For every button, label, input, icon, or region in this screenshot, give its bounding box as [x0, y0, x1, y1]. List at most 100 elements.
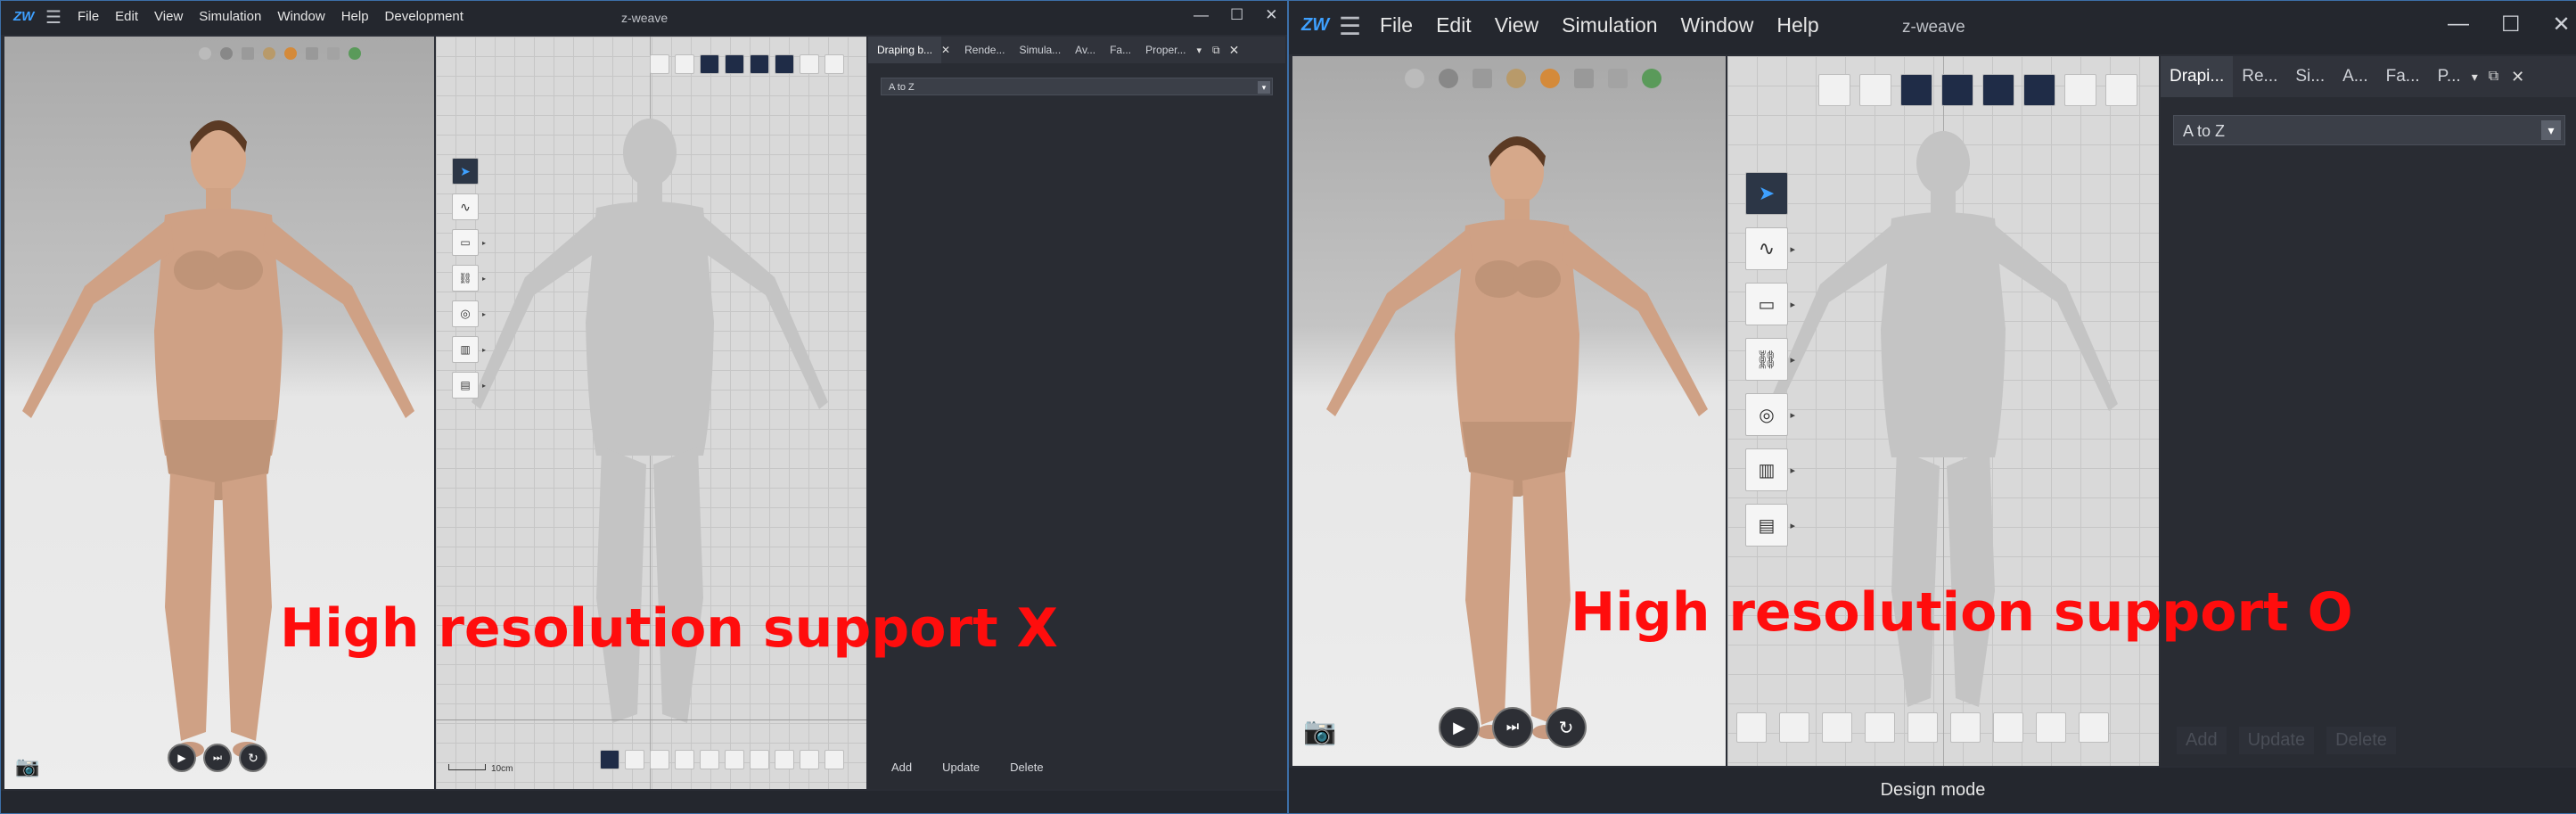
sort-dropdown[interactable]: A to Z ▾ [2173, 115, 2565, 145]
delete-button[interactable]: Delete [2326, 727, 2396, 754]
button-tool-icon[interactable]: ◎ ▸ [452, 300, 486, 327]
menu-file[interactable]: File [78, 9, 99, 24]
panel-close-icon[interactable]: ✕ [2511, 68, 2524, 86]
overlay-icon[interactable] [800, 54, 819, 74]
lock-icon[interactable] [1950, 712, 1981, 743]
hamburger-icon[interactable]: ☰ [45, 6, 62, 29]
menu-view[interactable]: View [154, 9, 183, 24]
close-icon[interactable]: ✕ [1265, 6, 1277, 24]
panel-close-icon[interactable]: ✕ [1229, 43, 1240, 58]
add-point-icon[interactable] [675, 750, 694, 769]
link-icon[interactable] [725, 750, 744, 769]
ruler-icon[interactable] [2105, 74, 2137, 106]
line-icon[interactable] [775, 750, 794, 769]
menu-window[interactable]: Window [1681, 13, 1754, 37]
pattern-view-icon[interactable] [650, 54, 669, 74]
chevron-down-icon[interactable]: ▾ [2541, 120, 2561, 140]
menu-edit[interactable]: Edit [115, 9, 138, 24]
tab-fabric[interactable]: Fa... [1103, 37, 1138, 63]
snap-icon[interactable] [1941, 74, 1973, 106]
curve-tool-icon[interactable]: ∿ [452, 193, 479, 220]
fold-tool-icon[interactable]: ▥ ▸ [452, 336, 486, 363]
tab-render[interactable]: Rende... [957, 37, 1012, 63]
play-icon[interactable]: ▶ [168, 744, 196, 772]
menu-edit[interactable]: Edit [1436, 13, 1472, 37]
lock-icon[interactable] [750, 750, 769, 769]
point-view-icon[interactable] [1982, 74, 2014, 106]
menu-simulation[interactable]: Simulation [1562, 13, 1657, 37]
sewing-view-icon[interactable] [775, 54, 794, 74]
sewing-tool-icon[interactable]: ⛓ ▸ [1745, 338, 1795, 381]
trace-icon[interactable] [800, 750, 819, 769]
add-button[interactable]: Add [2177, 727, 2227, 754]
target-icon[interactable] [824, 750, 844, 769]
tab-property[interactable]: P... [2429, 56, 2470, 97]
pattern-view-icon[interactable] [1818, 74, 1850, 106]
viewport-3d[interactable]: 📷 ▶ ⏭ ↻ [1292, 56, 1726, 766]
edit-pattern-icon[interactable] [600, 750, 619, 769]
close-icon[interactable]: ✕ [2553, 12, 2571, 37]
minimize-icon[interactable]: — [1194, 6, 1209, 24]
sewing-tool-icon[interactable]: ⛓ ▸ [452, 265, 486, 292]
menu-help[interactable]: Help [1776, 13, 1818, 37]
play-icon[interactable]: ▶ [1439, 707, 1480, 748]
hamburger-icon[interactable]: ☰ [1339, 12, 1361, 41]
layout-icon[interactable] [1859, 74, 1891, 106]
fold-tool-icon[interactable]: ▥ ▸ [1745, 448, 1795, 491]
tab-render[interactable]: Re... [2233, 56, 2286, 97]
tab-overflow-icon[interactable]: ▾ [2472, 70, 2478, 85]
menu-window[interactable]: Window [277, 9, 324, 24]
sewing-view-icon[interactable] [2023, 74, 2055, 106]
select-tool-icon[interactable]: ➤ [1745, 172, 1788, 215]
menu-development[interactable]: Development [385, 9, 464, 24]
viewport-3d[interactable]: 📷 ▶ ⏭ ↻ [4, 37, 434, 789]
viewport-2d[interactable]: ➤ ∿ ▭ ▸ ⛓ ▸ ◎ ▸ ▥ ▸ ▤ ▸ 10cm [436, 37, 866, 789]
trace-icon[interactable] [2036, 712, 2066, 743]
menu-file[interactable]: File [1380, 13, 1413, 37]
curve-tool-icon[interactable]: ∿ ▸ [1745, 227, 1795, 270]
edit-curve-icon[interactable] [1779, 712, 1809, 743]
update-button[interactable]: Update [935, 757, 987, 777]
delete-button[interactable]: Delete [1003, 757, 1051, 777]
tab-close-icon[interactable]: ✕ [941, 44, 950, 56]
edit-curve-icon[interactable] [625, 750, 644, 769]
tab-avatar[interactable]: A... [2334, 56, 2377, 97]
tab-fabric[interactable]: Fa... [2377, 56, 2429, 97]
line-icon[interactable] [1993, 712, 2023, 743]
viewport-2d[interactable]: ➤ ∿ ▸ ▭ ▸ ⛓ ▸ ◎ ▸ ▥ ▸ ▤ ▸ [1727, 56, 2159, 766]
edit-segment-icon[interactable] [650, 750, 669, 769]
rectangle-tool-icon[interactable]: ▭ ▸ [452, 229, 486, 256]
tab-draping[interactable]: Draping b... [868, 37, 942, 63]
camera-icon[interactable]: 📷 [15, 755, 39, 778]
tab-avatar[interactable]: Av... [1068, 37, 1103, 63]
step-forward-icon[interactable]: ⏭ [1492, 707, 1533, 748]
reset-icon[interactable]: ↻ [1546, 707, 1587, 748]
edit-pattern-icon[interactable] [1736, 712, 1767, 743]
tab-draping[interactable]: Drapi... [2161, 56, 2234, 97]
add-point-icon[interactable] [1822, 712, 1852, 743]
grid-icon[interactable] [700, 54, 719, 74]
maximize-icon[interactable]: ☐ [2501, 12, 2521, 37]
edit-sewing-icon[interactable] [1865, 712, 1895, 743]
chevron-down-icon[interactable]: ▾ [1258, 81, 1270, 94]
point-view-icon[interactable] [750, 54, 769, 74]
edit-sewing-icon[interactable] [700, 750, 719, 769]
measure-tool-icon[interactable]: ▤ ▸ [1745, 504, 1795, 547]
float-icon[interactable]: ⧉ [2489, 69, 2498, 85]
tab-property[interactable]: Proper... [1138, 37, 1193, 63]
overlay-icon[interactable] [2064, 74, 2096, 106]
minimize-icon[interactable]: — [2448, 12, 2469, 37]
grid-icon[interactable] [1900, 74, 1932, 106]
menu-help[interactable]: Help [341, 9, 369, 24]
tab-simulation[interactable]: Simula... [1012, 37, 1068, 63]
maximize-icon[interactable]: ☐ [1230, 6, 1243, 24]
menu-simulation[interactable]: Simulation [199, 9, 261, 24]
rectangle-tool-icon[interactable]: ▭ ▸ [1745, 283, 1795, 325]
select-tool-icon[interactable]: ➤ [452, 158, 479, 185]
float-icon[interactable]: ⧉ [1212, 44, 1220, 57]
button-tool-icon[interactable]: ◎ ▸ [1745, 393, 1795, 436]
sort-dropdown[interactable]: A to Z ▾ [881, 78, 1273, 95]
step-forward-icon[interactable]: ⏭ [203, 744, 232, 772]
snap-icon[interactable] [725, 54, 744, 74]
measure-tool-icon[interactable]: ▤ ▸ [452, 372, 486, 399]
